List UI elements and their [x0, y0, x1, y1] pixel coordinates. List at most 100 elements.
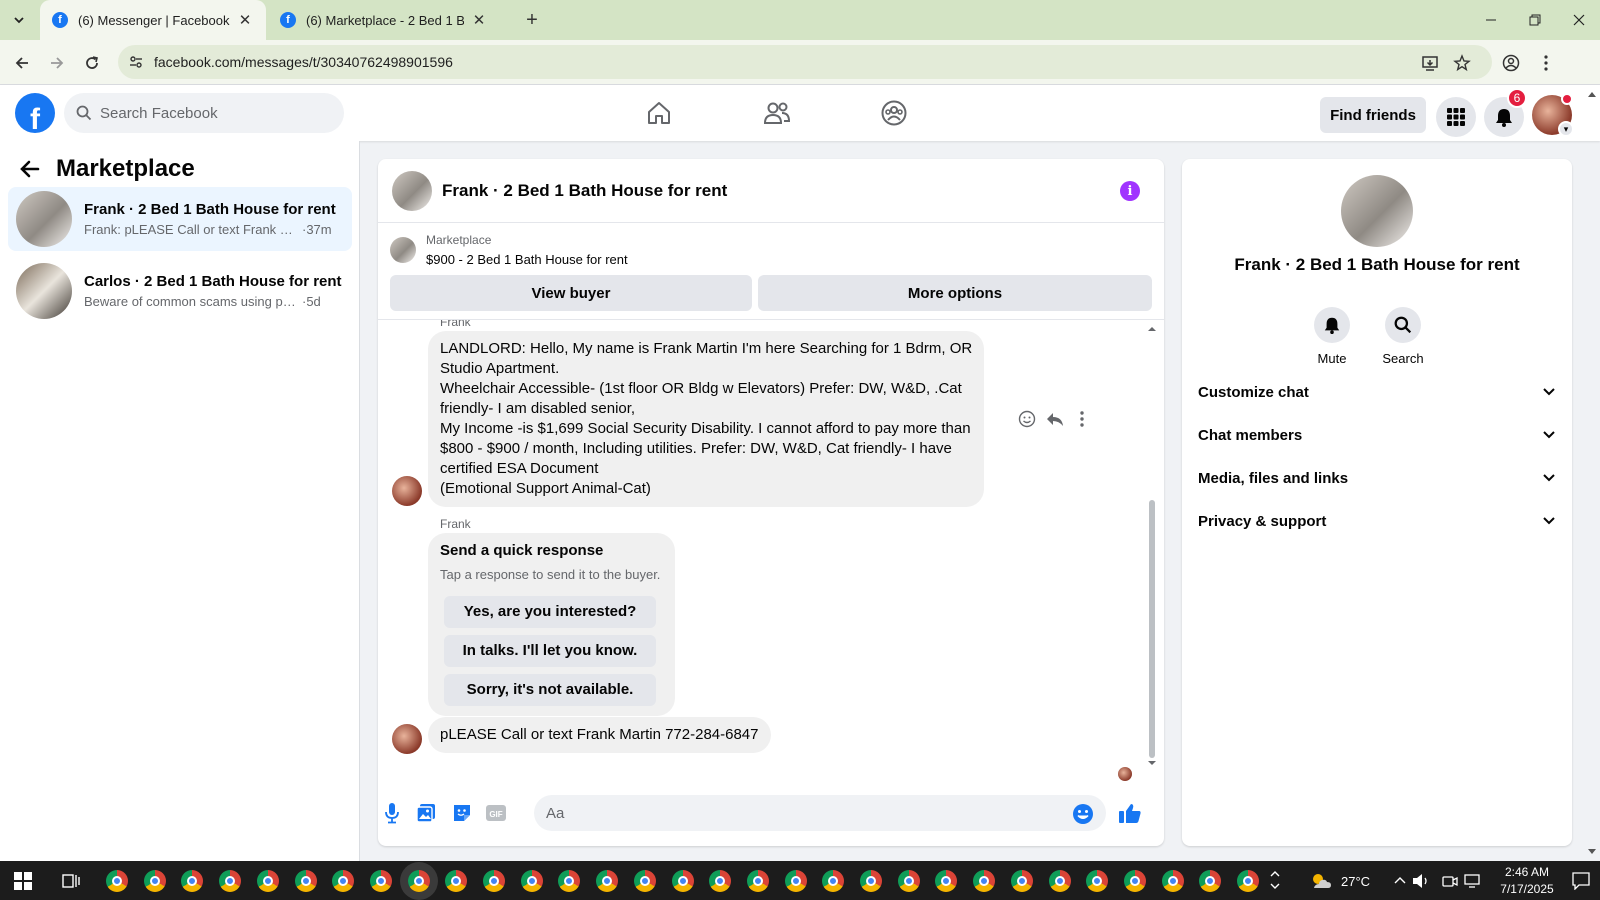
home-nav[interactable]	[644, 98, 674, 128]
chrome-taskbar-icon[interactable]	[822, 870, 845, 892]
sender-avatar[interactable]	[392, 476, 422, 506]
chrome-taskbar-icon[interactable]	[332, 870, 355, 892]
sticker-icon[interactable]	[450, 801, 474, 825]
quick-response-option[interactable]: In talks. I'll let you know.	[444, 635, 656, 667]
close-tab-icon[interactable]: ✕	[470, 11, 488, 29]
privacy-support-row[interactable]: Privacy & support	[1198, 499, 1556, 543]
menu-button[interactable]	[1436, 97, 1476, 137]
message-input[interactable]: Aa	[534, 795, 1106, 831]
chrome-taskbar-icon[interactable]	[633, 870, 656, 892]
chrome-taskbar-icon[interactable]	[596, 870, 619, 892]
chrome-taskbar-icon[interactable]	[671, 870, 694, 892]
facebook-search-input[interactable]: Search Facebook	[64, 93, 344, 133]
back-button[interactable]	[8, 49, 36, 77]
emoji-icon[interactable]	[1072, 803, 1094, 825]
bookmark-button[interactable]	[1448, 49, 1476, 77]
chat-avatar[interactable]	[392, 171, 432, 211]
page-scroll-up-icon[interactable]	[1587, 90, 1597, 98]
install-app-button[interactable]	[1416, 49, 1444, 77]
network-icon[interactable]	[1464, 873, 1482, 889]
chrome-taskbar-icon[interactable]	[520, 870, 543, 892]
chrome-taskbar-icon[interactable]	[1199, 870, 1222, 892]
clock-time[interactable]: 2:46 AM	[1492, 865, 1562, 879]
chrome-taskbar-icon[interactable]	[1237, 870, 1259, 892]
quick-response-option[interactable]: Yes, are you interested?	[444, 596, 656, 628]
facebook-logo[interactable]: f	[15, 93, 55, 133]
reply-icon[interactable]	[1046, 410, 1064, 428]
scroll-up-icon[interactable]	[1146, 324, 1158, 332]
groups-nav[interactable]	[879, 98, 909, 128]
listing-title[interactable]: $900 - 2 Bed 1 Bath House for rent	[426, 252, 628, 267]
sender-avatar[interactable]	[392, 724, 422, 754]
search-chat-button[interactable]: Search	[1367, 307, 1439, 366]
mute-button[interactable]: Mute	[1296, 307, 1368, 366]
chrome-taskbar-icon[interactable]	[973, 870, 996, 892]
meet-now-icon[interactable]	[1442, 873, 1458, 889]
chrome-taskbar-icon[interactable]	[106, 870, 128, 892]
close-tab-icon[interactable]: ✕	[236, 11, 254, 29]
more-vertical-icon[interactable]	[1074, 410, 1084, 428]
scroll-thumb[interactable]	[1149, 500, 1155, 758]
like-icon[interactable]	[1118, 801, 1142, 825]
details-avatar[interactable]	[1341, 175, 1413, 247]
chevron-up-icon[interactable]	[1394, 876, 1406, 884]
chrome-taskbar-icon[interactable]	[181, 870, 204, 892]
scroll-down-icon[interactable]	[1146, 760, 1158, 768]
conversation-item-frank[interactable]: Frank · 2 Bed 1 Bath House for rent Fran…	[8, 187, 352, 251]
chat-title[interactable]: Frank · 2 Bed 1 Bath House for rent	[442, 181, 727, 201]
new-tab-button[interactable]: +	[520, 8, 544, 32]
weather-icon[interactable]	[1310, 871, 1332, 891]
quick-response-option[interactable]: Sorry, it's not available.	[444, 674, 656, 706]
message-scrollbar[interactable]	[1146, 320, 1158, 781]
tab-messenger[interactable]: f (6) Messenger | Facebook ✕	[40, 0, 266, 40]
clock-date[interactable]: 7/17/2025	[1487, 882, 1567, 896]
volume-icon[interactable]	[1412, 873, 1430, 889]
reload-button[interactable]	[78, 49, 106, 77]
chrome-taskbar-icon[interactable]	[558, 870, 581, 892]
tab-marketplace[interactable]: f (6) Marketplace - 2 Bed 1 Bath H ✕	[268, 0, 500, 40]
taskbar-scroll-icon[interactable]	[1270, 869, 1280, 891]
conversation-item-carlos[interactable]: Carlos · 2 Bed 1 Bath House for rent Bew…	[8, 259, 352, 323]
chrome-taskbar-icon[interactable]	[1010, 870, 1033, 892]
chrome-taskbar-icon[interactable]	[407, 870, 430, 892]
chrome-taskbar-icon[interactable]	[1123, 870, 1146, 892]
chrome-taskbar-icon[interactable]	[897, 870, 920, 892]
address-bar[interactable]: facebook.com/messages/t/3034076249890159…	[118, 45, 1492, 79]
chrome-taskbar-icon[interactable]	[709, 870, 732, 892]
chrome-taskbar-icon[interactable]	[1086, 870, 1109, 892]
more-options-button[interactable]: More options	[758, 275, 1152, 311]
message-bubble[interactable]: pLEASE Call or text Frank Martin 772-284…	[428, 717, 771, 753]
chrome-taskbar-icon[interactable]	[369, 870, 392, 892]
chrome-taskbar-icon[interactable]	[1048, 870, 1071, 892]
notification-center-icon[interactable]	[1572, 872, 1590, 890]
close-window-button[interactable]	[1556, 0, 1600, 40]
chrome-taskbar-icon[interactable]	[784, 870, 807, 892]
chevron-down-icon[interactable]: ▾	[1558, 121, 1574, 137]
windows-start-icon[interactable]	[14, 872, 32, 890]
chrome-taskbar-icon[interactable]	[256, 870, 279, 892]
page-scroll-down-icon[interactable]	[1587, 848, 1597, 856]
photo-icon[interactable]	[414, 801, 438, 825]
info-icon[interactable]: i	[1120, 181, 1140, 201]
minimize-button[interactable]	[1468, 0, 1514, 40]
browser-menu-button[interactable]	[1532, 49, 1560, 77]
chrome-taskbar-icon[interactable]	[483, 870, 505, 892]
find-friends-button[interactable]: Find friends	[1320, 97, 1426, 133]
view-buyer-button[interactable]: View buyer	[390, 275, 752, 311]
forward-button[interactable]	[43, 49, 71, 77]
chrome-taskbar-icon[interactable]	[219, 870, 242, 892]
friends-nav[interactable]	[762, 98, 792, 128]
chrome-taskbar-icon[interactable]	[935, 870, 958, 892]
microphone-icon[interactable]	[380, 801, 404, 825]
react-emoji-icon[interactable]	[1018, 410, 1036, 428]
customize-chat-row[interactable]: Customize chat	[1198, 370, 1556, 414]
chrome-taskbar-icon[interactable]	[1161, 870, 1184, 892]
restore-button[interactable]	[1512, 0, 1558, 40]
chrome-taskbar-icon[interactable]	[860, 870, 882, 892]
chrome-taskbar-icon[interactable]	[143, 870, 166, 892]
message-bubble[interactable]: LANDLORD: Hello, My name is Frank Martin…	[428, 331, 985, 507]
media-files-links-row[interactable]: Media, files and links	[1198, 456, 1556, 500]
site-info-icon[interactable]	[118, 54, 154, 70]
chrome-taskbar-icon[interactable]	[294, 870, 317, 892]
profile-button[interactable]	[1497, 49, 1525, 77]
